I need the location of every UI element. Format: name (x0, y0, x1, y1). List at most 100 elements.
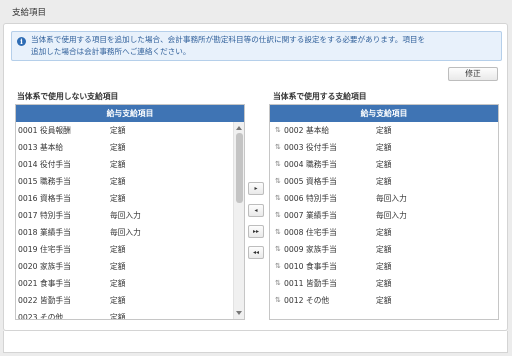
item-code-name: 0010 食事手当 (284, 262, 337, 271)
item-code-name: 0017 特別手当 (18, 211, 71, 220)
remove-all-button[interactable]: ◂◂ (248, 246, 264, 259)
drag-handle-icon[interactable]: ⇅ (275, 173, 281, 190)
item-input-type: 定額 (376, 228, 392, 237)
item-code-name: 0005 資格手当 (284, 177, 337, 186)
list-item[interactable]: ⇅ 0006 特別手当 毎回入力 (270, 190, 498, 207)
item-code-name: 0018 業績手当 (18, 228, 71, 237)
item-code-name: 0022 皆勤手当 (18, 296, 71, 305)
list-item[interactable]: ⇅ 0002 基本給 定額 (270, 122, 498, 139)
item-input-type: 定額 (110, 160, 126, 169)
remove-one-button[interactable]: ◂ (248, 204, 264, 217)
item-input-type: 定額 (110, 143, 126, 152)
scroll-down-icon[interactable] (236, 311, 242, 315)
list-item[interactable]: 0019 住宅手当 定額 (16, 241, 232, 258)
item-input-type: 定額 (110, 279, 126, 288)
unused-list-header: 給与支給項目 (16, 105, 244, 122)
list-item[interactable]: 0013 基本給 定額 (16, 139, 232, 156)
item-code-name: 0009 家族手当 (284, 245, 337, 254)
list-item[interactable]: 0014 役付手当 定額 (16, 156, 232, 173)
list-item[interactable]: 0015 職務手当 定額 (16, 173, 232, 190)
item-code-name: 0002 基本給 (284, 126, 330, 135)
drag-handle-icon[interactable]: ⇅ (275, 207, 281, 224)
scroll-thumb[interactable] (236, 133, 243, 203)
item-input-type: 定額 (110, 296, 126, 305)
drag-handle-icon[interactable]: ⇅ (275, 258, 281, 275)
list-item[interactable]: ⇅ 0012 その他 定額 (270, 292, 498, 309)
list-item[interactable]: 0001 役員報酬 定額 (16, 122, 232, 139)
item-input-type: 定額 (376, 177, 392, 186)
item-input-type: 定額 (376, 160, 392, 169)
drag-handle-icon[interactable]: ⇅ (275, 241, 281, 258)
list-item[interactable]: ⇅ 0007 業績手当 毎回入力 (270, 207, 498, 224)
item-input-type: 定額 (376, 245, 392, 254)
footer-bar (3, 331, 508, 353)
list-item[interactable]: ⇅ 0003 役付手当 定額 (270, 139, 498, 156)
item-input-type: 定額 (376, 143, 392, 152)
info-text-line2: 追加した場合は会計事務所へご連絡ください。 (31, 47, 191, 56)
item-code-name: 0014 役付手当 (18, 160, 71, 169)
list-item[interactable]: 0017 特別手当 毎回入力 (16, 207, 232, 224)
item-code-name: 0003 役付手当 (284, 143, 337, 152)
item-code-name: 0019 住宅手当 (18, 245, 71, 254)
used-rows: ⇅ 0002 基本給 定額 ⇅ 0003 役付手当 定額 ⇅ 0004 職務手当 定額 ⇅ 0005… (270, 122, 498, 319)
item-input-type: 毎回入力 (110, 228, 141, 237)
item-input-type: 定額 (110, 245, 126, 254)
list-item[interactable]: 0023 その他 定額 (16, 309, 232, 320)
list-item[interactable]: ⇅ 0008 住宅手当 定額 (270, 224, 498, 241)
list-item[interactable]: ⇅ 0010 食事手当 定額 (270, 258, 498, 275)
item-input-type: 定額 (376, 262, 392, 271)
edit-button[interactable]: 修正 (448, 67, 498, 81)
info-text: 当体系で使用する項目を追加した場合、会計事務所が勘定科目等の仕訳に関する設定をす… (31, 34, 501, 58)
item-code-name: 0016 資格手当 (18, 194, 71, 203)
item-input-type: 定額 (376, 279, 392, 288)
scroll-up-icon[interactable] (236, 126, 242, 130)
item-input-type: 定額 (110, 262, 126, 271)
list-item[interactable]: 0018 業績手当 毎回入力 (16, 224, 232, 241)
list-item[interactable]: ⇅ 0011 皆勤手当 定額 (270, 275, 498, 292)
section-title: 支給項目 (12, 8, 47, 18)
list-item[interactable]: 0021 食事手当 定額 (16, 275, 232, 292)
drag-handle-icon[interactable]: ⇅ (275, 139, 281, 156)
item-input-type: 定額 (376, 296, 392, 305)
drag-handle-icon[interactable]: ⇅ (275, 224, 281, 241)
used-items-list: 給与支給項目 ⇅ 0002 基本給 定額 ⇅ 0003 役付手当 定額 ⇅ 0004 職務手当… (269, 104, 499, 320)
item-code-name: 0006 特別手当 (284, 194, 337, 203)
item-code-name: 0004 職務手当 (284, 160, 337, 169)
item-code-name: 0011 皆勤手当 (284, 279, 337, 288)
drag-handle-icon[interactable]: ⇅ (275, 275, 281, 292)
item-code-name: 0021 食事手当 (18, 279, 71, 288)
item-input-type: 定額 (110, 177, 126, 186)
drag-handle-icon[interactable]: ⇅ (275, 190, 281, 207)
item-input-type: 定額 (110, 126, 126, 135)
item-input-type: 毎回入力 (376, 194, 407, 203)
info-text-line1: 当体系で使用する項目を追加した場合、会計事務所が勘定科目等の仕訳に関する設定をす… (31, 35, 426, 44)
item-code-name: 0008 住宅手当 (284, 228, 337, 237)
list-item[interactable]: ⇅ 0005 資格手当 定額 (270, 173, 498, 190)
item-code-name: 0007 業績手当 (284, 211, 337, 220)
app-frame: 支給項目 i 当体系で使用する項目を追加した場合、会計事務所が勘定科目等の仕訳に… (0, 0, 512, 356)
list-item[interactable]: 0020 家族手当 定額 (16, 258, 232, 275)
add-all-button[interactable]: ▸▸ (248, 225, 264, 238)
drag-handle-icon[interactable]: ⇅ (275, 156, 281, 173)
item-code-name: 0001 役員報酬 (18, 126, 71, 135)
unused-rows: 0001 役員報酬 定額 0013 基本給 定額 0014 役付手当 定額 0015 職務手… (16, 122, 232, 319)
item-code-name: 0020 家族手当 (18, 262, 71, 271)
item-input-type: 定額 (110, 313, 126, 320)
add-one-button[interactable]: ▸ (248, 182, 264, 195)
drag-handle-icon[interactable]: ⇅ (275, 292, 281, 309)
unused-items-list: 給与支給項目 0001 役員報酬 定額 0013 基本給 定額 0014 役付手当 定額 0… (15, 104, 245, 320)
item-input-type: 定額 (376, 126, 392, 135)
unused-list-title: 当体系で使用しない支給項目 (17, 92, 119, 101)
item-code-name: 0012 その他 (284, 296, 330, 305)
unused-list-scrollbar[interactable] (233, 122, 244, 319)
info-icon: i (17, 37, 26, 46)
item-input-type: 毎回入力 (376, 211, 407, 220)
drag-handle-icon[interactable]: ⇅ (275, 122, 281, 139)
list-item[interactable]: 0022 皆勤手当 定額 (16, 292, 232, 309)
item-code-name: 0013 基本給 (18, 143, 64, 152)
used-list-title: 当体系で使用する支給項目 (273, 92, 367, 101)
info-banner: i 当体系で使用する項目を追加した場合、会計事務所が勘定科目等の仕訳に関する設定… (11, 31, 502, 61)
list-item[interactable]: 0016 資格手当 定額 (16, 190, 232, 207)
list-item[interactable]: ⇅ 0009 家族手当 定額 (270, 241, 498, 258)
list-item[interactable]: ⇅ 0004 職務手当 定額 (270, 156, 498, 173)
